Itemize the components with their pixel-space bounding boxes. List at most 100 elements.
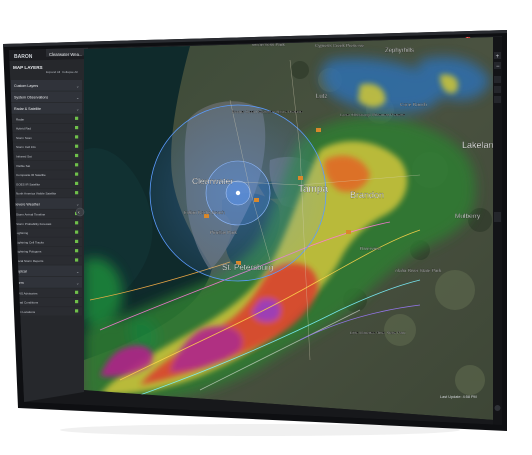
layer-toggle-checkbox[interactable] — [75, 135, 79, 139]
sidebar-item[interactable]: Local Storm Reports — [11, 256, 82, 265]
place-label: Brandon — [350, 190, 384, 200]
help-icon[interactable] — [494, 405, 501, 411]
sidebar-item[interactable]: Storm Cell Info — [11, 142, 82, 151]
chevron-down-icon: ⌄ — [76, 202, 79, 207]
location-pin-icon[interactable] — [235, 190, 241, 196]
sidebar-section[interactable]: Storm⌄ — [11, 277, 82, 288]
sidebar-item-label: Visible Sat — [16, 164, 30, 168]
sidebar-item-label: Radar & Satellite — [14, 107, 41, 111]
monitor-mockup: BARON Clearwater Wea... ⌄ ↶ ↷ ⚙ ! ● — [0, 0, 532, 455]
svg-text:+: + — [496, 54, 500, 60]
layer-toggle-checkbox[interactable] — [75, 163, 79, 167]
collapse-all-button[interactable]: Collapse All — [62, 70, 78, 74]
sidebar-item-label: GOES IR Satellite — [16, 182, 40, 186]
sidebar-section[interactable]: Radar & Satellite ⌄ — [11, 103, 82, 114]
place-label: Lutz — [316, 94, 327, 100]
layer-toggle-checkbox[interactable] — [75, 309, 79, 313]
place-label: Riverview — [360, 246, 381, 252]
locate-button[interactable] — [494, 86, 501, 93]
place-label: Lower Hillsborough Wilderness Preserve — [340, 113, 405, 117]
layer-toggle-checkbox[interactable] — [75, 300, 79, 304]
sidebar-item-label: North America Visible Satellite — [16, 192, 56, 196]
sidebar-item[interactable]: Road Conditions — [11, 297, 82, 307]
sidebar-item[interactable]: North America Visible Satellite — [11, 188, 82, 198]
sidebar-item-label: Lightning Cell Tracks — [16, 240, 44, 244]
sidebar-item-label: Storm Arrival Timeline — [16, 212, 46, 216]
layer-toggle-checkbox[interactable] — [75, 172, 79, 176]
place-label: St. Petersburg — [222, 263, 273, 272]
chevron-down-icon: ⌄ — [76, 83, 79, 88]
sidebar-section[interactable]: System Observations ⌄ — [11, 91, 82, 103]
layer-toggle-checkbox[interactable] — [75, 153, 79, 158]
chevron-down-icon: ⌄ — [76, 106, 79, 111]
sidebar-item[interactable]: Lightning Cell Tracks — [11, 237, 82, 247]
sidebar-item-label: Lightning — [16, 231, 29, 235]
sidebar-item[interactable]: Lightning — [11, 228, 82, 237]
layer-toggle-checkbox[interactable] — [75, 221, 79, 225]
layer-toggle-checkbox[interactable] — [75, 258, 79, 262]
place-label: Little Manatee River State Park — [350, 330, 405, 335]
expand-all-button[interactable]: Expand All — [46, 70, 61, 74]
place-label: Pinellas Park — [210, 230, 238, 235]
sidebar-item[interactable]: Infrared Sat — [11, 151, 82, 161]
chevron-down-icon: ⌄ — [76, 280, 79, 285]
sidebar-item[interactable]: Text Locations — [11, 307, 82, 316]
place-label: Clearwater — [192, 176, 233, 186]
place-label: Cypress Creek Preserve — [315, 43, 365, 48]
svg-text:−: − — [496, 64, 500, 70]
place-label: Brooker Creek Headwaters Nature Preserve — [232, 110, 303, 114]
sidebar-item[interactable]: Storm Scan — [11, 133, 82, 142]
sidebar-item[interactable]: Storm Arrival Timeline — [11, 209, 82, 219]
sidebar-item-label: Severe Weather — [14, 202, 41, 206]
sidebar-item[interactable]: Composite IR Satellite — [11, 170, 82, 179]
sidebar-item-label: Local Storm Reports — [16, 259, 44, 263]
app-logo: BARON — [14, 54, 33, 60]
layer-toggle-checkbox[interactable] — [75, 181, 79, 185]
place-label: Tampa — [298, 184, 328, 195]
measure-button[interactable] — [494, 96, 501, 103]
place-label: Mulberry — [455, 213, 481, 220]
layer-toggle-checkbox[interactable] — [75, 126, 79, 130]
sidebar-item-label: Lightning Polygons — [16, 250, 42, 254]
layer-toggle-checkbox[interactable] — [75, 116, 79, 120]
app-window: BARON Clearwater Wea... ⌄ ↶ ↷ ⚙ ! ● — [3, 30, 507, 436]
layer-toggle-checkbox[interactable] — [75, 249, 79, 253]
chevron-down-icon: ⌄ — [76, 269, 79, 274]
sidebar-item-label: Hybrid Rad — [16, 127, 31, 131]
map-view[interactable]: Wilderness Park Cypress Creek Preserve Z… — [84, 37, 499, 420]
sidebar-item-label: Custom Layers — [14, 84, 38, 88]
sidebar-section[interactable]: Tropical ⌄ — [11, 265, 82, 277]
monitor-shadow — [60, 424, 460, 436]
layer-toggle-checkbox[interactable] — [75, 290, 79, 294]
chevron-down-icon: ⌄ — [76, 95, 79, 100]
sidebar-item[interactable]: NWS Advisories — [11, 288, 82, 298]
sidebar-item-label: System Observations — [14, 96, 48, 100]
sidebar-section[interactable]: Custom Layers ⌄ — [11, 80, 82, 91]
sidebar-item[interactable]: Storm Probability Forecast — [11, 219, 82, 228]
sidebar-item[interactable]: Visible Sat — [11, 161, 82, 170]
sidebar-header: MAP LAYERS — [13, 65, 43, 70]
layer-toggle-checkbox[interactable] — [75, 144, 79, 148]
tab-title: Clearwater Wea... — [49, 52, 82, 57]
sidebar-item-label: Infrared Sat — [16, 154, 32, 158]
sidebar-item[interactable]: Radar — [11, 114, 82, 124]
place-label: Indian Rocks Beach — [184, 210, 225, 215]
sidebar-item[interactable]: Hybrid Rad — [11, 123, 82, 133]
place-label: Alafia River State Park — [395, 268, 442, 273]
layer-toggle-checkbox[interactable] — [75, 239, 79, 243]
sidebar-item-label: Storm Probability Forecast — [16, 222, 52, 226]
status-bar-text: Last Update: 4:58 PM — [440, 395, 477, 399]
layer-toggle-checkbox[interactable] — [75, 191, 79, 195]
sidebar-item-label: Radar — [16, 117, 24, 121]
place-label: Cone Ranch — [400, 102, 427, 108]
sidebar-section[interactable]: Severe Weather ⌄ — [11, 198, 82, 209]
sidebar-item-label: Storm Scan — [16, 136, 32, 140]
map-toolbar: + − — [493, 37, 502, 425]
layers-button[interactable] — [494, 76, 501, 83]
layer-toggle-checkbox[interactable] — [75, 230, 79, 234]
sidebar-item-label: Composite IR Satellite — [16, 173, 46, 177]
sidebar-item[interactable]: GOES IR Satellite — [11, 179, 82, 189]
place-label: Zephyrhills — [385, 48, 414, 54]
sidebar-item[interactable]: Lightning Polygons — [11, 246, 82, 256]
fullscreen-button[interactable] — [494, 212, 501, 222]
